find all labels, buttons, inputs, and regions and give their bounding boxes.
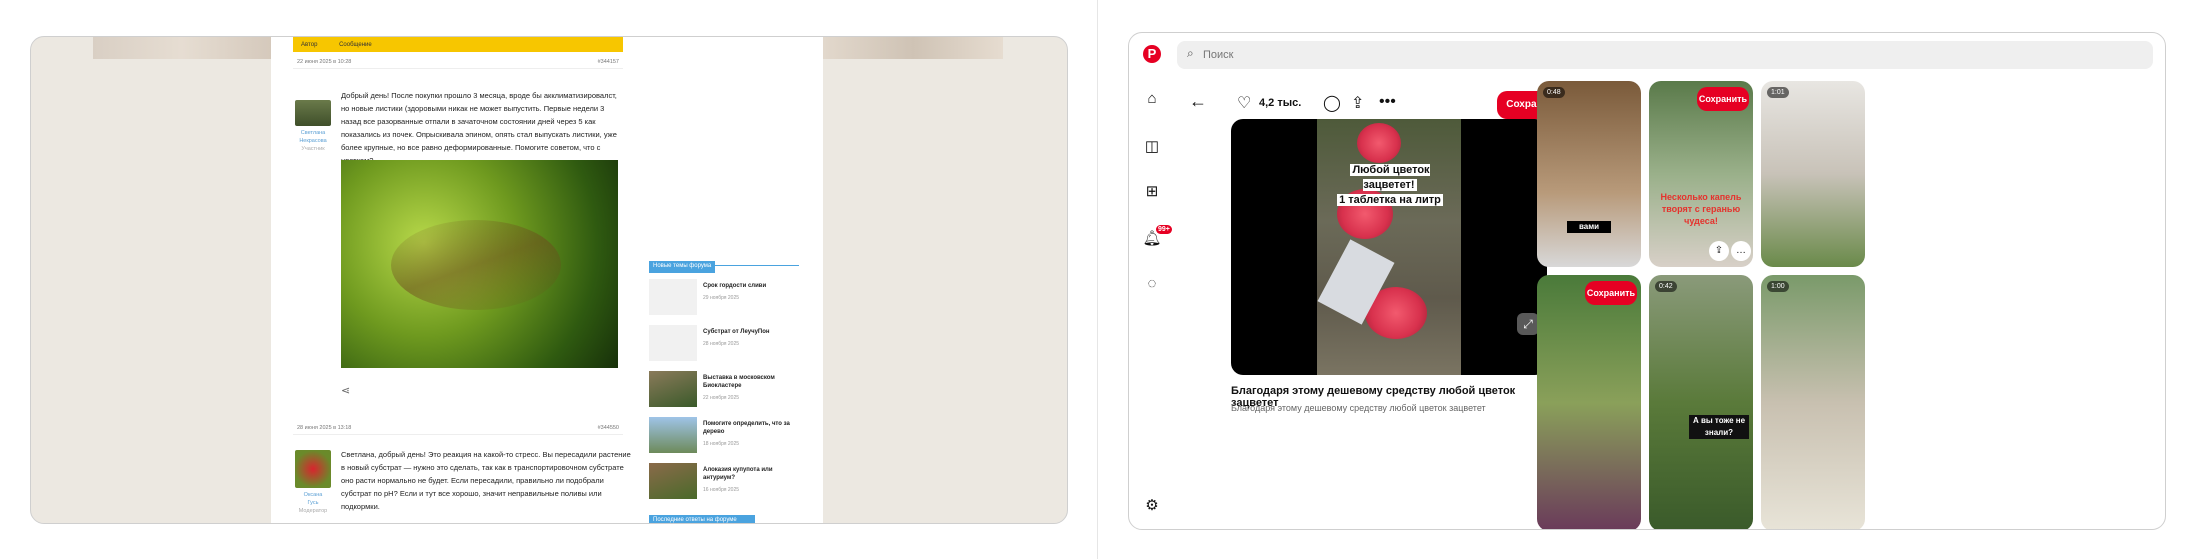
caption-line-2: 1 таблетка на литр (1337, 194, 1443, 206)
avatar[interactable] (295, 450, 331, 488)
topic-thumbnail (649, 417, 697, 453)
new-topics-heading: Новые темы форума (649, 254, 799, 273)
new-topics-heading-label: Новые темы форума (649, 261, 716, 273)
topic-date: 18 ноября 2025 (703, 441, 740, 447)
topic-item[interactable]: Алоказия купупота или антуриум? 16 ноябр… (649, 463, 809, 503)
message-column: Сообщение (339, 42, 372, 48)
notification-badge: 99+ (1156, 225, 1172, 234)
topic-item[interactable]: Срок гордости сливи 29 ноября 2025 (649, 279, 809, 319)
topic-title[interactable]: Помогите определить, что за дерево (703, 420, 803, 436)
post-meta: 22 июня 2025 в 10:28 #344157 (293, 59, 623, 69)
more-icon[interactable]: ••• (1379, 93, 1396, 111)
tile-overlay-text: Несколько капель творят с геранью чудеса… (1660, 192, 1742, 226)
post-number[interactable]: #344157 (598, 59, 619, 65)
post-date: 22 июня 2025 в 10:28 (297, 59, 352, 65)
pinterest-window: P ⌕ Поиск ⌂ ◫ ⊞ 🔔︎ 99+ ◌ ⚙︎ ← ♡ 4,2 тыс.… (1128, 32, 2166, 530)
forum-window: Автор Сообщение 22 июня 2025 в 10:28 #34… (30, 36, 1068, 524)
pinterest-logo-icon[interactable]: P (1143, 45, 1161, 63)
post-text: Добрый день! После покупки прошло 3 меся… (341, 91, 617, 165)
messages-icon[interactable]: ◌ (1141, 273, 1163, 295)
author-role: Участник (301, 146, 325, 152)
topic-item[interactable]: Субстрат от ЛеучуПон 28 ноября 2025 (649, 325, 809, 365)
post-number[interactable]: #344550 (598, 425, 619, 431)
save-button[interactable]: Сохранить (1585, 281, 1637, 305)
post-author[interactable]: Светлана Некрасова Участник (289, 129, 337, 153)
search-icon: ⌕ (1187, 46, 1194, 60)
topic-title[interactable]: Срок гордости сливи (703, 282, 803, 290)
post-date: 28 июня 2025 в 13:18 (297, 425, 352, 431)
pin-tile[interactable]: 0:42 А вы тоже не знали? (1649, 275, 1753, 529)
video-duration: 1:01 (1767, 87, 1789, 98)
pin-tile[interactable]: Сохранить Несколько капель творят с гера… (1649, 81, 1753, 267)
back-arrow-icon[interactable]: ← (1189, 91, 1207, 112)
forum-table-header: Автор Сообщение (293, 37, 623, 52)
video-duration: 0:42 (1655, 281, 1677, 292)
topic-thumbnail (649, 371, 697, 407)
expand-icon[interactable]: ⤢ (1517, 313, 1539, 335)
topic-date: 28 ноября 2025 (703, 341, 740, 347)
search-bar[interactable]: ⌕ Поиск (1177, 41, 2153, 69)
background-photo-left (93, 37, 271, 59)
more-icon[interactable]: … (1731, 241, 1751, 261)
post-image[interactable] (341, 160, 618, 368)
recent-replies-heading: Последние ответы на форуме (649, 515, 755, 523)
create-icon[interactable]: ⊞ (1141, 181, 1163, 203)
topic-thumbnail (649, 279, 697, 315)
share-icon[interactable]: ⇪ (1351, 93, 1364, 113)
share-icon[interactable]: ⋖ (341, 384, 350, 397)
video-duration: 0:48 (1543, 87, 1565, 98)
pin-detail: ♡ 4,2 тыс. ◯ ⇪ ••• Сохранить Любой цвето… (1231, 81, 1569, 529)
topic-item[interactable]: Помогите определить, что за дерево 18 но… (649, 417, 809, 457)
topic-title[interactable]: Выставка в московском Биокластере (703, 374, 803, 390)
topic-title[interactable]: Алоказия купупота или антуриум? (703, 466, 803, 482)
topic-thumbnail (649, 463, 697, 499)
author-role: Модератор (298, 508, 328, 514)
topic-date: 29 ноября 2025 (703, 295, 740, 301)
pin-tile[interactable]: Сохранить (1537, 275, 1641, 529)
topic-thumbnail (649, 325, 697, 361)
settings-icon[interactable]: ⚙︎ (1141, 495, 1163, 517)
topic-item[interactable]: Выставка в московском Биокластере 22 ноя… (649, 371, 809, 411)
pin-video[interactable]: Любой цветок зацветет! 1 таблетка на лит… (1231, 119, 1547, 375)
leaf-damage (391, 220, 561, 310)
topic-date: 22 ноября 2025 (703, 395, 740, 401)
tile-overlay-text: А вы тоже не знали? (1689, 415, 1749, 439)
post-author[interactable]: Оксана Гусь Модератор (289, 491, 337, 515)
video-caption: Любой цветок зацветет! 1 таблетка на лит… (1331, 163, 1449, 208)
forum-content: Автор Сообщение 22 июня 2025 в 10:28 #34… (271, 37, 823, 523)
window-divider (1097, 0, 1098, 559)
author-column: Автор (301, 42, 318, 48)
search-input[interactable]: Поиск (1203, 49, 1233, 61)
caption-line-1: Любой цветок зацветет! (1350, 164, 1430, 191)
likes-count: 4,2 тыс. (1259, 97, 1302, 109)
avatar[interactable] (295, 100, 331, 126)
author-first-name: Оксана (303, 492, 323, 498)
topic-date: 16 ноября 2025 (703, 487, 740, 493)
video-frame: Любой цветок зацветет! 1 таблетка на лит… (1317, 119, 1461, 375)
author-last-name: Некрасова (299, 138, 327, 144)
flower (1357, 123, 1401, 163)
post-meta: 28 июня 2025 в 13:18 #344550 (293, 425, 623, 435)
pin-tile[interactable]: 0:48 вами (1537, 81, 1641, 267)
home-icon[interactable]: ⌂ (1141, 88, 1163, 110)
post-text: Светлана, добрый день! Это реакция на ка… (341, 450, 631, 511)
comment-icon[interactable]: ◯ (1323, 93, 1341, 113)
heart-icon[interactable]: ♡ (1237, 93, 1251, 113)
topic-title[interactable]: Субстрат от ЛеучуПон (703, 328, 803, 336)
pin-tile[interactable]: 1:01 (1761, 81, 1865, 267)
save-button[interactable]: Сохранить (1697, 87, 1749, 111)
tile-overlay-text: вами (1567, 221, 1611, 233)
explore-icon[interactable]: ◫ (1141, 136, 1163, 158)
share-icon[interactable]: ⇪ (1709, 241, 1729, 261)
background-photo-right (823, 37, 1003, 59)
pin-tile[interactable]: 1:00 (1761, 275, 1865, 529)
video-duration: 1:00 (1767, 281, 1789, 292)
author-last-name: Гусь (307, 500, 319, 506)
pin-description: Благодаря этому дешевому средству любой … (1231, 403, 1486, 413)
author-first-name: Светлана (300, 130, 326, 136)
